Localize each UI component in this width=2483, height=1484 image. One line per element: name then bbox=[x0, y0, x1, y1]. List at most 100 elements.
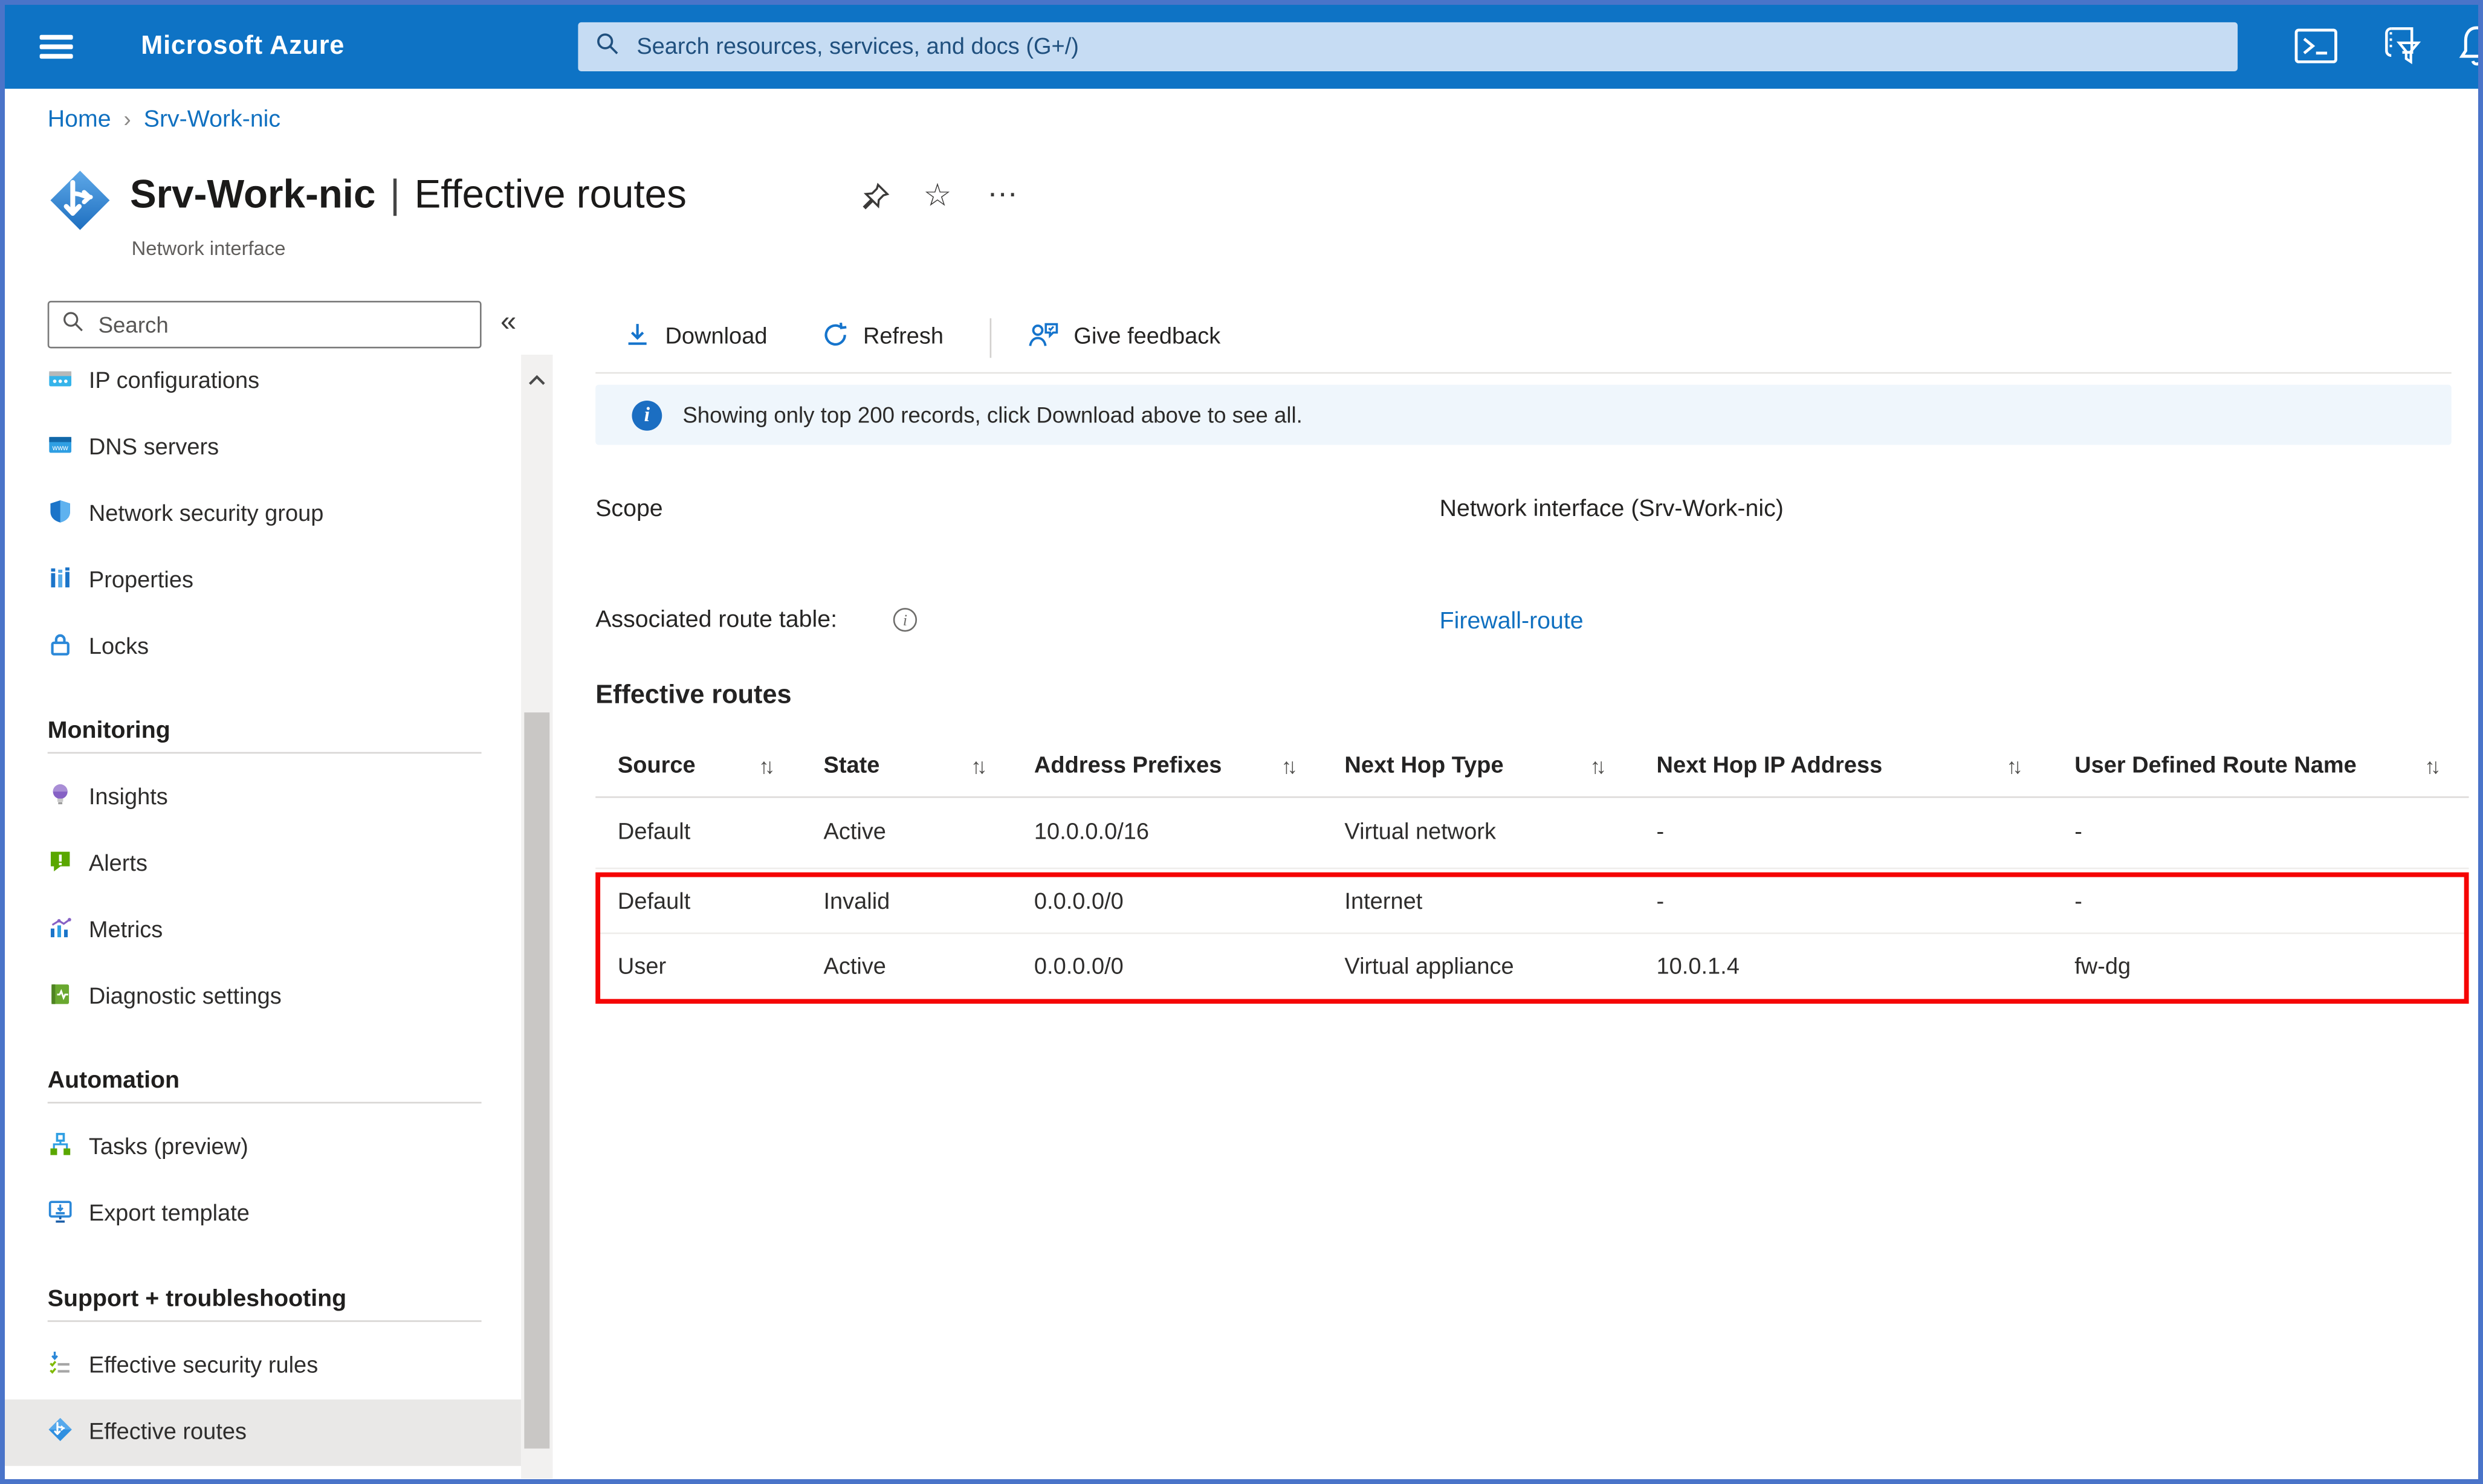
sidebar-heading-automation: Automation bbox=[48, 1067, 180, 1094]
sidebar-heading-support-troubleshooting: Support + troubleshooting bbox=[48, 1285, 346, 1312]
sidebar-item-label: Diagnostic settings bbox=[89, 985, 282, 1010]
ip-configurations-icon bbox=[48, 366, 73, 397]
table-cell: Active bbox=[823, 820, 885, 845]
scrollbar-up-icon[interactable] bbox=[528, 366, 546, 394]
sidebar-scrollbar-thumb[interactable] bbox=[524, 712, 549, 1448]
info-banner: i Showing only top 200 records, click Do… bbox=[595, 385, 2452, 445]
column-header-address-prefixes[interactable]: Address Prefixes bbox=[1034, 753, 1222, 779]
sidebar-item-label: IP configurations bbox=[89, 369, 259, 395]
table-cell: - bbox=[1657, 820, 1665, 845]
table-cell: Default bbox=[618, 820, 690, 845]
give-feedback-button[interactable]: Give feedback bbox=[1028, 303, 1220, 372]
breadcrumb-home-link[interactable]: Home bbox=[48, 106, 111, 134]
lightbulb-icon bbox=[48, 782, 73, 813]
azure-topbar: Microsoft Azure bbox=[5, 5, 2483, 89]
page-title-separator: | bbox=[390, 173, 400, 217]
cloud-shell-icon[interactable] bbox=[2294, 28, 2337, 71]
toolbar-separator bbox=[990, 318, 992, 358]
sidebar-item-label: Effective routes bbox=[89, 1420, 247, 1445]
sidebar-item-metrics[interactable]: Metrics bbox=[5, 898, 521, 964]
sidebar-item-effective-routes[interactable]: Effective routes bbox=[5, 1399, 521, 1466]
table-cell: - bbox=[1657, 890, 1665, 915]
sidebar-item-label: Metrics bbox=[89, 918, 163, 944]
export-template-icon bbox=[48, 1198, 73, 1230]
sidebar-item-diagnostic-settings[interactable]: Diagnostic settings bbox=[5, 964, 521, 1031]
breadcrumb-current-link[interactable]: Srv-Work-nic bbox=[144, 106, 280, 134]
download-label: Download bbox=[665, 324, 767, 350]
table-cell: Virtual appliance bbox=[1344, 954, 1513, 979]
sort-icon[interactable]: ↑↓ bbox=[2424, 755, 2436, 778]
sidebar-item-label: Properties bbox=[89, 569, 193, 594]
column-header-next-hop-type[interactable]: Next Hop Type bbox=[1344, 753, 1503, 779]
table-cell: Internet bbox=[1344, 890, 1422, 915]
info-banner-text: Showing only top 200 records, click Down… bbox=[682, 402, 1303, 428]
directory-filter-icon[interactable] bbox=[2378, 25, 2423, 74]
scope-label: Scope bbox=[595, 495, 662, 523]
sort-icon[interactable]: ↑↓ bbox=[2007, 755, 2019, 778]
sidebar-search[interactable] bbox=[48, 301, 482, 349]
favorite-star-icon[interactable]: ☆ bbox=[924, 176, 952, 215]
security-rules-checklist-icon bbox=[48, 1350, 73, 1382]
sidebar-item-label: Effective security rules bbox=[89, 1353, 318, 1379]
table-cell: Default bbox=[618, 890, 690, 915]
sidebar-item-effective-security-rules[interactable]: Effective security rules bbox=[5, 1333, 521, 1399]
divider bbox=[48, 1102, 482, 1104]
sort-icon[interactable]: ↑↓ bbox=[759, 755, 771, 778]
sort-icon[interactable]: ↑↓ bbox=[1281, 755, 1293, 778]
sidebar-collapse-icon[interactable]: « bbox=[500, 306, 516, 339]
sidebar-item-properties[interactable]: Properties bbox=[5, 548, 521, 615]
global-search[interactable] bbox=[578, 22, 2238, 71]
refresh-button[interactable]: Refresh bbox=[822, 303, 944, 372]
effective-routes-icon bbox=[48, 1417, 73, 1448]
lock-icon bbox=[48, 631, 73, 663]
hamburger-menu-icon[interactable] bbox=[40, 35, 73, 59]
table-header-row: Source ↑↓ State ↑↓ Address Prefixes ↑↓ Next… bbox=[595, 736, 2468, 796]
table-cell: 0.0.0.0/0 bbox=[1034, 954, 1124, 979]
column-header-source[interactable]: Source bbox=[618, 753, 696, 779]
sidebar-item-locks[interactable]: Locks bbox=[5, 615, 521, 681]
sidebar-item-insights[interactable]: Insights bbox=[5, 765, 521, 831]
sidebar-search-input[interactable] bbox=[95, 311, 467, 339]
route-table-link[interactable]: Firewall-route bbox=[1440, 608, 1584, 635]
pin-icon[interactable] bbox=[860, 182, 890, 220]
column-header-udr-name[interactable]: User Defined Route Name bbox=[2074, 753, 2357, 779]
network-interface-icon bbox=[48, 168, 112, 233]
give-feedback-label: Give feedback bbox=[1073, 324, 1220, 350]
divider bbox=[48, 752, 482, 754]
sidebar-item-label: Insights bbox=[89, 786, 168, 811]
sidebar-item-label: Locks bbox=[89, 635, 149, 660]
column-header-next-hop-ip[interactable]: Next Hop IP Address bbox=[1657, 753, 1883, 779]
column-header-state[interactable]: State bbox=[823, 753, 879, 779]
table-cell: Virtual network bbox=[1344, 820, 1496, 845]
properties-icon bbox=[48, 565, 73, 596]
notifications-bell-icon[interactable] bbox=[2456, 24, 2483, 76]
global-search-input[interactable] bbox=[633, 33, 2220, 61]
sidebar-item-alerts[interactable]: Alerts bbox=[5, 831, 521, 898]
download-button[interactable]: Download bbox=[624, 303, 767, 372]
table-row: Default Active 10.0.0.0/16 Virtual netwo… bbox=[595, 798, 2468, 868]
table-cell: 0.0.0.0/0 bbox=[1034, 890, 1124, 915]
sidebar-item-ip-configurations[interactable]: IP configurations bbox=[5, 349, 521, 415]
sidebar-item-export-template[interactable]: Export template bbox=[5, 1181, 521, 1248]
tasks-flowchart-icon bbox=[48, 1132, 73, 1163]
shield-icon bbox=[48, 498, 73, 530]
table-cell: Active bbox=[823, 954, 885, 979]
sort-icon[interactable]: ↑↓ bbox=[971, 755, 983, 778]
table-cell: - bbox=[2074, 820, 2082, 845]
sidebar-item-tasks-preview[interactable]: Tasks (preview) bbox=[5, 1115, 521, 1181]
dns-servers-icon: www bbox=[48, 432, 73, 463]
table-cell: 10.0.1.4 bbox=[1657, 954, 1740, 979]
breadcrumb-separator: › bbox=[124, 106, 131, 132]
sidebar-item-dns-servers[interactable]: www DNS servers bbox=[5, 415, 521, 482]
search-icon bbox=[62, 309, 84, 340]
page-title-page: Effective routes bbox=[415, 173, 687, 217]
info-tooltip-icon[interactable]: i bbox=[893, 608, 917, 631]
sort-icon[interactable]: ↑↓ bbox=[1590, 755, 1602, 778]
effective-routes-section-title: Effective routes bbox=[595, 681, 791, 711]
sidebar-item-network-security-group[interactable]: Network security group bbox=[5, 482, 521, 548]
diagnostics-book-icon bbox=[48, 981, 73, 1013]
sidebar-item-label: DNS servers bbox=[89, 436, 219, 461]
route-table-label: Associated route table: bbox=[595, 607, 837, 634]
table-row: Default Invalid 0.0.0.0/0 Internet - - bbox=[595, 873, 2468, 933]
more-actions-icon[interactable]: … bbox=[986, 169, 1020, 205]
